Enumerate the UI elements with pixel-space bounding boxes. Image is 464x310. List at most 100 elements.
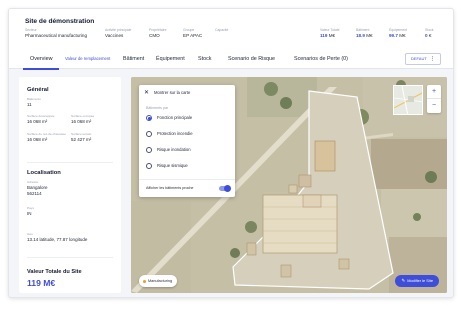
radio-button[interactable]: [146, 131, 152, 137]
group-by-label: Bâtiments par: [146, 106, 169, 110]
address-field: Adresse Bangalore 562114: [27, 180, 48, 196]
kpi-unit: M€: [366, 33, 373, 38]
total-value: 119 M€: [27, 278, 56, 288]
buildings-field: Bâtiments 11: [27, 97, 41, 108]
capacity-label: Capacité: [215, 28, 229, 32]
legend-chip-manufacturing: Manufacturing: [139, 275, 178, 287]
kpi-value: 119: [320, 33, 328, 38]
tab-bar: Overview Valeur de remplacement Bâtiment…: [9, 49, 453, 70]
zoom-in-button[interactable]: +: [427, 85, 441, 99]
geo-field: Géo 13.14 latitude, 77.87 longitude: [27, 232, 117, 243]
field-label: Bâtiments: [27, 97, 41, 101]
legend-label: Manufacturing: [148, 279, 173, 283]
divider: [27, 257, 113, 258]
site-details-panel: Général Bâtiments 11 Surface développée …: [19, 77, 121, 293]
field-value: 16 068 m²: [27, 137, 48, 143]
more-vert-icon: ⋮: [430, 56, 435, 62]
tab-overview[interactable]: Overview: [22, 49, 61, 70]
kpi-label: Stock: [425, 28, 434, 32]
legend-dot: [143, 279, 146, 283]
app-window: Site de démonstration Secteur Pharmaceut…: [8, 8, 454, 298]
kpi-equipment: Équipement 99.7 M€: [389, 28, 407, 38]
radio-label: Protection incendie: [157, 131, 193, 137]
developed-area-field: Surface développée 16 068 m²: [27, 114, 65, 125]
buildings-filter-popup: ✕ Montrer sur la carte Bâtiments par Fon…: [139, 85, 235, 197]
default-scenario-button[interactable]: DEFAUT ⋮: [405, 53, 441, 65]
main-activity-field: Activité principale Vaccines: [105, 28, 131, 38]
kpi-value: 18.9: [356, 33, 365, 38]
mini-map-imagery: [394, 86, 422, 114]
owner-field: Propriétaire CMO: [149, 28, 167, 38]
page-title: Site de démonstration: [25, 18, 95, 25]
radio-button[interactable]: [146, 163, 152, 169]
general-section-title: Général: [27, 87, 49, 93]
owner-value: CMO: [149, 33, 160, 38]
zoom-control: + −: [427, 85, 441, 113]
field-label: Géo: [27, 232, 33, 236]
field-label: Surface du rez-de-chaussée: [27, 132, 66, 136]
group-field: Groupe EP APAC: [183, 28, 202, 38]
tab-equipment[interactable]: Équipement: [156, 49, 185, 69]
field-value: 11: [27, 102, 32, 108]
total-value-label: Valeur Totale du Site: [27, 269, 82, 275]
pencil-icon: ✎: [401, 278, 406, 283]
address-line-1: Bangalore: [27, 185, 48, 191]
country-field: Pays IN: [27, 206, 34, 217]
main-activity-label: Activité principale: [105, 28, 132, 32]
latitude-value: 13.14 latitude,: [27, 237, 56, 243]
radio-label: Fonction principale: [157, 115, 193, 121]
field-label: Surface développée: [27, 114, 55, 118]
field-value: 52 427 m²: [71, 137, 92, 143]
location-section-title: Localisation: [27, 170, 61, 176]
radio-label: Risque inondation: [157, 147, 191, 153]
occupied-area-field: Surface occupée 16 068 m²: [71, 114, 111, 125]
kpi-value: 99.7: [389, 33, 398, 38]
sector-field: Secteur Pharmaceutical manufacturing: [25, 28, 87, 38]
kpi-label: Bâtiment: [356, 28, 370, 32]
radio-flood-risk[interactable]: Risque inondation: [146, 147, 191, 153]
radio-main-function[interactable]: Fonction principale: [146, 115, 192, 121]
kpi-label: Équipement: [389, 28, 408, 32]
close-icon[interactable]: ✕: [144, 89, 149, 96]
field-label: Pays: [27, 206, 34, 210]
divider: [139, 179, 235, 180]
radio-button-selected[interactable]: [146, 115, 152, 121]
kpi-stock: Stock 0 €: [425, 28, 433, 38]
radio-seismic-risk[interactable]: Risque sismique: [146, 163, 188, 169]
satellite-map[interactable]: ✕ Montrer sur la carte Bâtiments par Fon…: [131, 77, 447, 293]
kpi-unit: M€: [399, 33, 406, 38]
address-line-2: 562114: [27, 190, 42, 196]
sector-label: Secteur: [25, 28, 37, 32]
field-value: IN: [27, 211, 32, 217]
owner-label: Propriétaire: [149, 28, 167, 32]
toggle-knob: [224, 185, 231, 192]
field-label: Surface occupée: [71, 114, 95, 118]
kpi-value: 0: [425, 33, 428, 38]
kpi-total-value: Valeur Totale 119 M€: [320, 28, 339, 38]
tab-loss-scenarios[interactable]: Scenarios de Perte (0): [294, 49, 348, 69]
nearby-buildings-toggle[interactable]: [219, 185, 231, 192]
tab-stock[interactable]: Stock: [198, 49, 211, 69]
radio-label: Risque sismique: [157, 163, 188, 169]
edit-site-button[interactable]: ✎ Modifier le Site: [395, 275, 439, 287]
longitude-value: 77.87 longitude: [56, 237, 88, 243]
land-area-field: Surface terrain 52 427 m²: [71, 132, 111, 143]
zoom-out-button[interactable]: −: [427, 99, 441, 113]
capacity-field: Capacité: [215, 28, 228, 33]
field-label: Adresse: [27, 180, 39, 184]
kpi-unit: €: [428, 33, 432, 38]
field-value: 16 068 m²: [71, 119, 92, 125]
radio-fire-protection[interactable]: Protection incendie: [146, 131, 193, 137]
default-scenario-label: DEFAUT: [411, 56, 427, 61]
group-value: EP APAC: [183, 33, 203, 38]
tab-building[interactable]: Bâtiment: [123, 49, 144, 69]
radio-button[interactable]: [146, 147, 152, 153]
show-on-map-link[interactable]: Montrer sur la carte: [154, 90, 190, 95]
site-header: Site de démonstration Secteur Pharmaceut…: [9, 9, 453, 49]
nearby-buildings-label: Afficher les bâtiments proche: [146, 186, 194, 190]
group-label: Groupe: [183, 28, 195, 32]
tab-replacement-value[interactable]: Valeur de remplacement: [65, 49, 110, 69]
mini-map[interactable]: [393, 85, 423, 115]
field-value: 16 068 m²: [27, 119, 48, 125]
tab-risk-scenario[interactable]: Scenario de Risque: [228, 49, 275, 69]
